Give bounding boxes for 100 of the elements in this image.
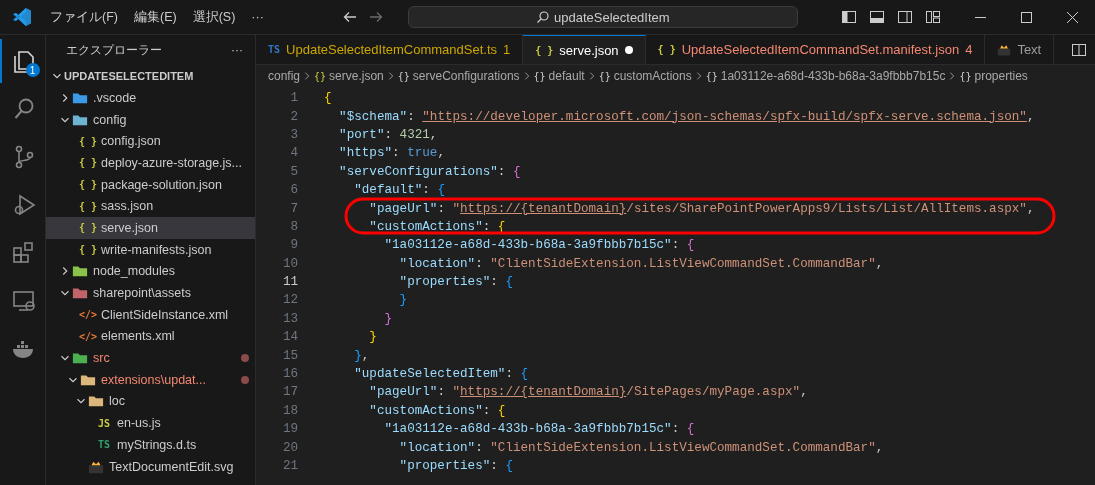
tree-item[interactable]: { } config.json — [46, 130, 255, 153]
notification-badge: 1 — [25, 63, 40, 77]
breadcrumb-item[interactable]: serveConfigurations — [412, 69, 520, 83]
braces-icon: { } — [535, 44, 554, 56]
editor-tab[interactable]: { } serve.json — [523, 35, 646, 64]
code-line: "1a03112e-a68d-433b-b68a-3a9fbbb7b15c": { — [383, 422, 695, 437]
code-tag-icon: </> — [80, 306, 96, 323]
line-number: 16 — [281, 367, 298, 382]
line-number: 13 — [281, 311, 298, 326]
braces-icon: { } — [80, 176, 96, 193]
breadcrumb-item[interactable]: default — [548, 69, 585, 83]
code-line: "1a03112e-a68d-433b-b68a-3a9fbbb7b15c": { — [383, 238, 695, 253]
sidebar-title: エクスプローラー — [66, 41, 162, 59]
tree-item[interactable]: </> ClientSideInstance.xml — [46, 303, 255, 326]
braces-icon: {} — [314, 70, 327, 82]
breadcrumb-item[interactable]: properties — [974, 69, 1028, 83]
tree-item[interactable]: loc — [46, 390, 255, 413]
code-line: "default": { — [353, 183, 445, 198]
more-actions-button[interactable]: ··· — [231, 43, 243, 57]
breadcrumb-item[interactable]: config — [268, 69, 301, 83]
braces-icon: { } — [80, 154, 96, 171]
line-number: 3 — [289, 127, 298, 142]
menu-item[interactable]: ファイル(F) — [42, 5, 126, 29]
code-line: } — [398, 293, 408, 308]
braces-icon: { } — [80, 198, 96, 215]
line-number: 8 — [289, 219, 298, 234]
tab-label[interactable]: UpdateSelectedItemCommandSet.ts — [286, 42, 498, 57]
layout-icon[interactable] — [925, 9, 941, 25]
maximize-icon[interactable] — [1020, 11, 1032, 23]
code-line: "customActions": { — [368, 403, 506, 418]
menu-item[interactable]: ··· — [243, 7, 272, 27]
breadcrumb-item[interactable]: serve.json — [329, 69, 384, 83]
monitor-icon[interactable] — [10, 288, 37, 314]
menu-item[interactable]: 選択(S) — [184, 5, 244, 29]
ts-file-icon: TS — [96, 436, 112, 453]
close-icon[interactable] — [1066, 11, 1078, 23]
unsaved-dot — [624, 46, 633, 54]
tree-item[interactable]: { } package-solution.json — [46, 173, 255, 196]
tree-item[interactable]: { } serve.json — [46, 217, 255, 239]
tree-item[interactable]: { } deploy-azure-storage.js... — [46, 152, 255, 174]
line-number: 21 — [281, 459, 298, 473]
menu-item[interactable]: 編集(E) — [125, 5, 185, 29]
tree-item[interactable]: TextDocumentEdit.svg — [46, 455, 255, 478]
sidebar-toggle-icon[interactable] — [841, 9, 857, 25]
problem-count: 4 — [965, 42, 973, 57]
tree-item[interactable]: JS en-us.js — [46, 412, 255, 434]
code-tag-icon: </> — [80, 328, 96, 345]
line-number: 10 — [281, 256, 298, 271]
line-number: 11 — [281, 275, 298, 290]
line-number: 9 — [289, 238, 298, 253]
braces-icon: { } — [80, 219, 96, 236]
workspace-root[interactable]: UPDATESELECTEDITEM — [64, 70, 194, 82]
code-line: "location": "ClientSideExtension.ListViewCommandSet.CommandBar", — [398, 256, 884, 271]
split-editor-icon[interactable] — [1071, 41, 1087, 58]
tree-item[interactable]: TS myStrings.d.ts — [46, 434, 255, 456]
line-number: 17 — [281, 385, 298, 400]
tree-item[interactable]: { } sass.json — [46, 195, 255, 218]
tree-item[interactable]: sharepoint\assets — [46, 282, 255, 304]
tab-label[interactable]: serve.json — [559, 42, 619, 58]
tree-item[interactable]: { } write-manifests.json — [46, 238, 255, 261]
code-line: "https": true, — [338, 146, 445, 161]
braces-icon: {} — [705, 70, 718, 82]
line-number: 4 — [289, 146, 298, 161]
code-line: "pageUrl": "https://{tenantDomain}/SitePages/myPage.aspx", — [368, 385, 808, 400]
braces-icon: {} — [959, 70, 972, 82]
tab-label[interactable]: Text — [1017, 42, 1042, 57]
tree-item[interactable]: src — [46, 347, 255, 369]
line-number: 7 — [289, 201, 298, 216]
line-number: 18 — [281, 403, 298, 418]
braces-icon: { } — [657, 44, 676, 55]
line-number: 20 — [281, 440, 298, 455]
tree-item[interactable]: node_modules — [46, 260, 255, 283]
tree-item[interactable]: extensions\updat... — [46, 368, 255, 391]
modified-dot — [241, 375, 249, 384]
line-number: 2 — [289, 109, 298, 124]
tab-label[interactable]: UpdateSelectedItemCommandSet.manifest.json — [681, 42, 960, 57]
code-line: "port": 4321, — [338, 127, 438, 142]
problem-count: 1 — [503, 42, 511, 57]
tree-item[interactable]: .vscode — [46, 87, 255, 109]
code-line: "$schema": "https://developer.microsoft.com/json-schemas/spfx-build/spfx-serve.schema.json", — [338, 109, 1035, 124]
secondary-sidebar-icon[interactable] — [897, 9, 913, 25]
tree-item[interactable]: config — [46, 108, 255, 131]
line-number: 1 — [289, 91, 298, 106]
forward-arrow-icon[interactable] — [367, 9, 384, 25]
braces-icon: { } — [80, 133, 96, 150]
breadcrumb-item[interactable]: customActions — [613, 69, 692, 83]
code-line: "location": "ClientSideExtension.ListViewCommandSet.CommandBar", — [398, 440, 884, 455]
command-center-search[interactable]: updateSelectedItem — [407, 6, 798, 28]
app-logo-icon — [12, 7, 32, 27]
back-arrow-icon[interactable] — [341, 9, 358, 25]
line-number: 14 — [281, 330, 298, 345]
js-file-icon: JS — [96, 415, 112, 432]
search-icon — [536, 10, 550, 24]
tree-item[interactable]: </> elements.xml — [46, 325, 255, 348]
panel-toggle-icon[interactable] — [869, 9, 885, 25]
breadcrumb-item[interactable]: 1a03112e-a68d-433b-b68a-3a9fbbb7b15c — [720, 69, 946, 83]
line-number: 19 — [281, 422, 298, 437]
code-line: { — [324, 91, 332, 106]
braces-icon: { } — [80, 241, 96, 258]
ts-file-icon: TS — [268, 44, 281, 55]
